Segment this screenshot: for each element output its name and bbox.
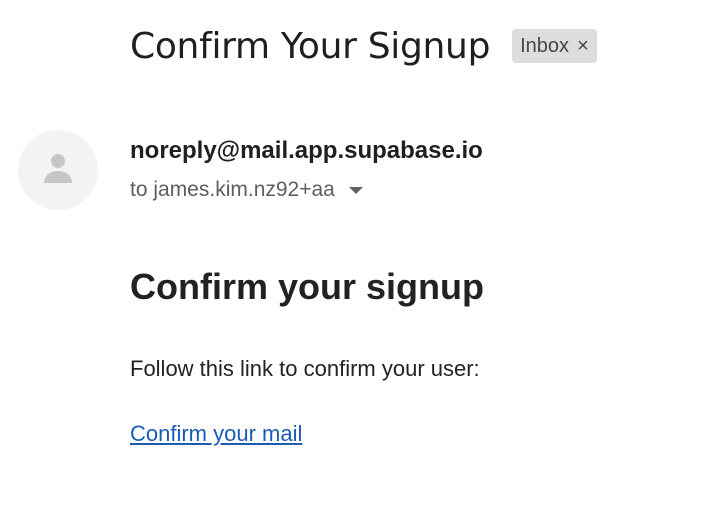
close-icon[interactable]: ×	[577, 36, 589, 56]
recipient-line: to james.kim.nz92+aa	[130, 178, 335, 201]
body-heading: Confirm your signup	[130, 266, 484, 307]
recipient-row: to james.kim.nz92+aa	[130, 178, 363, 202]
person-icon	[44, 154, 72, 183]
avatar[interactable]	[18, 130, 98, 210]
caret-down-icon[interactable]	[348, 186, 363, 194]
label-chip-text: Inbox	[520, 34, 570, 57]
email-subject: Confirm Your Signup	[130, 26, 491, 67]
subject-row: Confirm Your Signup Inbox ×	[130, 24, 597, 70]
confirm-mail-link[interactable]: Confirm your mail	[130, 421, 302, 447]
sender-address[interactable]: noreply@mail.app.supabase.io	[130, 137, 483, 165]
inbox-label-chip[interactable]: Inbox ×	[512, 29, 597, 63]
body-paragraph: Follow this link to confirm your user:	[130, 356, 480, 381]
